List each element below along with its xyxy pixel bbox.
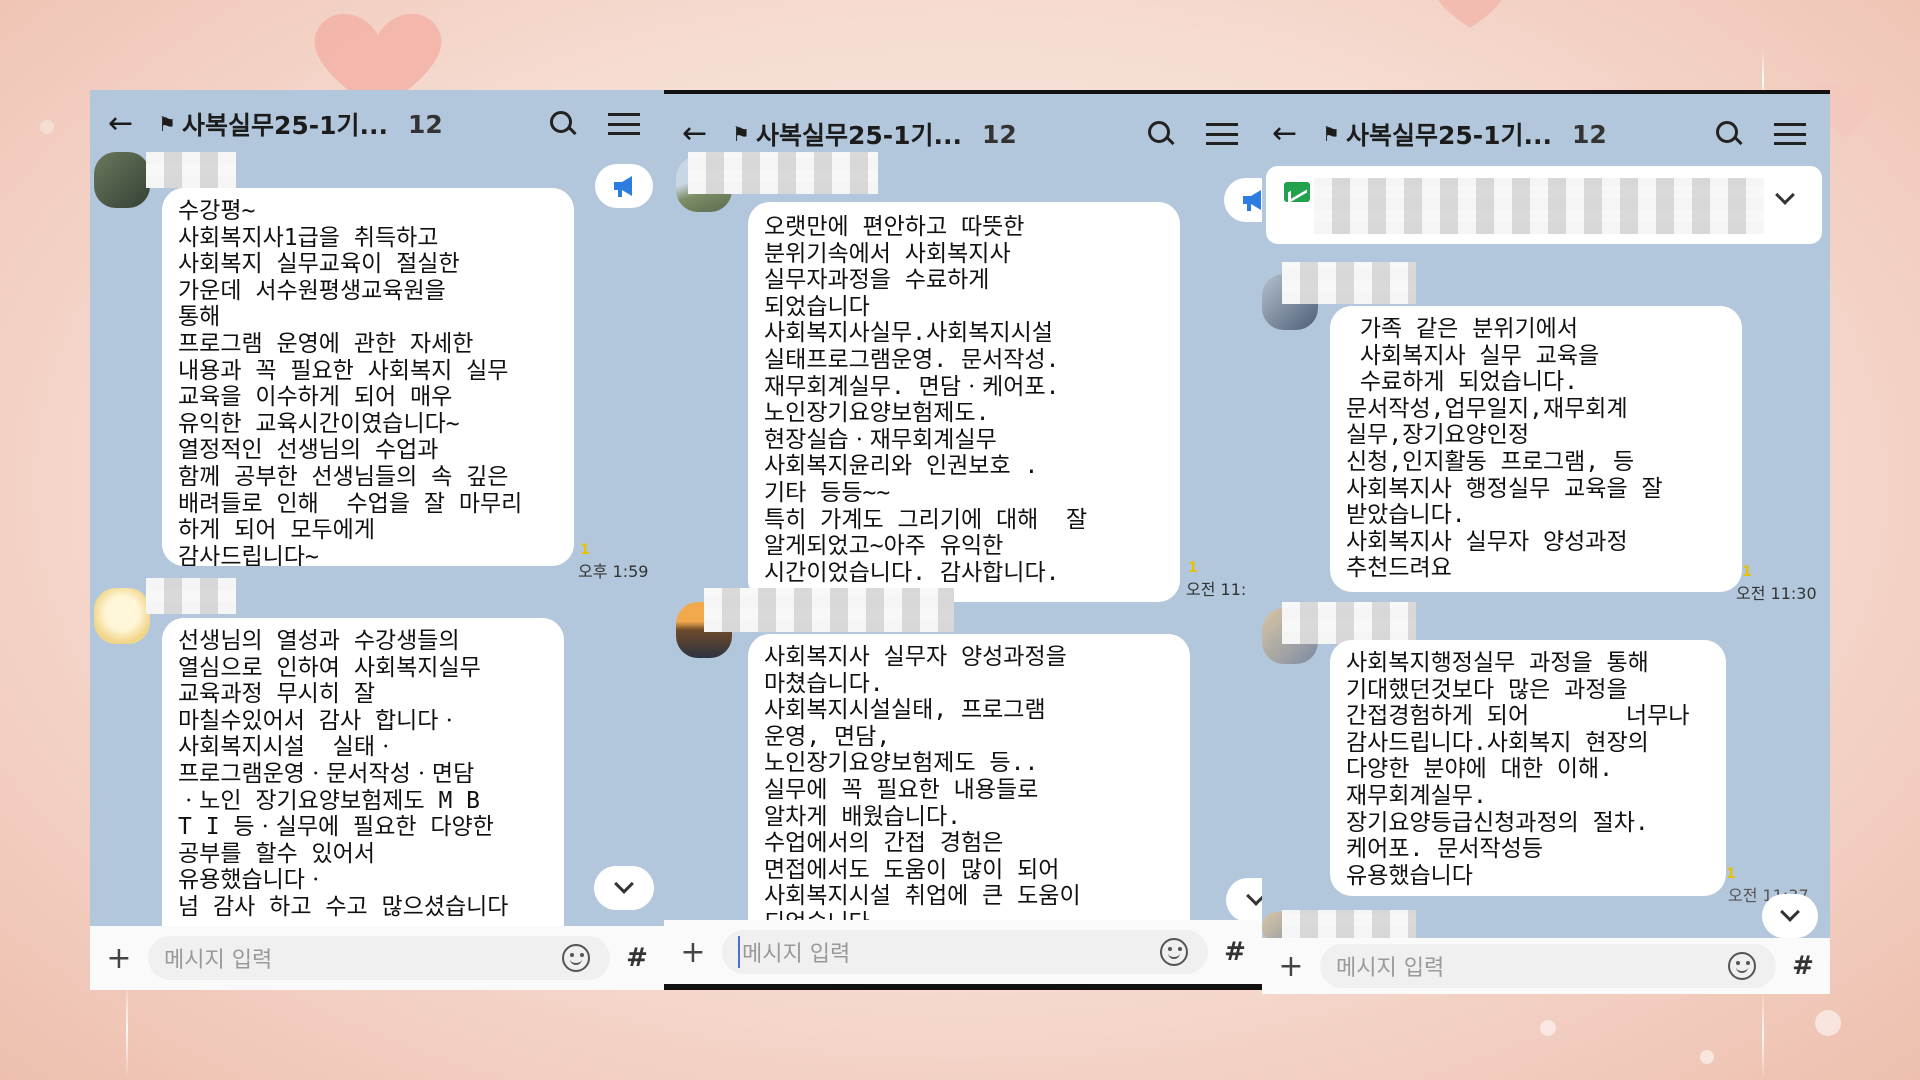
chevron-down-icon	[614, 874, 634, 894]
scroll-down-button[interactable]	[594, 866, 654, 910]
message-bubble: 사회복지행정실무 과정을 통해 기대했던것보다 많은 과정을 간접경험하게 되어…	[1330, 640, 1726, 896]
chatroom-title-text: 사복실무25-1기...	[755, 121, 962, 150]
notice-button[interactable]	[1224, 178, 1262, 222]
message-bubble: 사회복지사 실무자 양성과정을 마쳤습니다. 사회복지시설실태, 프로그램 운영…	[748, 634, 1190, 936]
message-input[interactable]: 메시지 입력	[722, 930, 1208, 974]
bokeh-light	[40, 120, 54, 134]
member-count: 12	[982, 119, 1017, 149]
plus-icon[interactable]: +	[1262, 949, 1320, 984]
notice-button[interactable]	[595, 164, 653, 208]
emoji-icon[interactable]	[1728, 952, 1756, 980]
search-icon[interactable]	[1714, 119, 1744, 149]
sender-name-blurred	[704, 588, 954, 632]
unread-count: 1	[1742, 564, 1752, 580]
flag-icon: ⚑	[158, 112, 176, 136]
chatroom-title-text: 사복실무25-1기...	[1345, 121, 1552, 150]
heart-decoration-icon	[1430, 0, 1510, 34]
hash-icon[interactable]: #	[1776, 951, 1830, 981]
bokeh-light	[1540, 1020, 1556, 1036]
chevron-down-icon	[1780, 902, 1800, 922]
message-time: 오전 11:30	[1736, 584, 1817, 603]
bokeh-light	[1815, 1010, 1841, 1036]
message-input-placeholder: 메시지 입력	[164, 948, 273, 973]
pinned-notice-bar[interactable]	[1266, 166, 1822, 244]
back-arrow-icon[interactable]: ←	[108, 109, 148, 139]
unread-count: 1	[1188, 560, 1198, 576]
avatar[interactable]	[94, 588, 150, 644]
emoji-icon[interactable]	[562, 944, 590, 972]
pinned-link-icon	[1284, 182, 1310, 202]
message-time: 오전 11:	[1186, 580, 1247, 599]
menu-icon[interactable]	[1774, 123, 1806, 145]
megaphone-icon	[1243, 190, 1261, 211]
chatroom-title: ⚑ 사복실무25-1기...	[1322, 116, 1552, 152]
message-input-bar: + 메시지 입력 #	[664, 920, 1262, 984]
chatroom-title-text: 사복실무25-1기...	[181, 111, 388, 140]
message-bubble: 가족 같은 분위기에서 사회복지사 실무 교육을 수료하게 되었습니다. 문서작…	[1330, 306, 1742, 592]
member-count: 12	[1572, 119, 1607, 149]
search-icon[interactable]	[548, 109, 578, 139]
member-count: 12	[408, 109, 443, 139]
chat-header: ← ⚑ 사복실무25-1기... 12	[1262, 100, 1830, 168]
avatar[interactable]	[94, 152, 150, 208]
chat-header: ← ⚑ 사복실무25-1기... 12	[90, 90, 664, 158]
sender-name-blurred	[1282, 910, 1416, 938]
message-input-placeholder: 메시지 입력	[738, 936, 1160, 968]
chatroom-title: ⚑ 사복실무25-1기...	[732, 116, 962, 152]
megaphone-icon	[614, 176, 632, 197]
message-input[interactable]: 메시지 입력	[148, 936, 610, 980]
unread-count: 1	[580, 542, 590, 558]
menu-icon[interactable]	[608, 113, 640, 135]
message-input-bar: + 메시지 입력 #	[1262, 938, 1830, 994]
unread-count: 1	[1726, 866, 1736, 882]
message-bubble: 선생님의 열성과 수강생들의 열심으로 인하여 사회복지실무 교육과정 무시히 …	[162, 618, 564, 926]
sender-name-blurred	[688, 152, 878, 194]
pinned-content-blurred	[1314, 178, 1764, 234]
plus-icon[interactable]: +	[90, 941, 148, 976]
flag-icon: ⚑	[1322, 122, 1340, 146]
back-arrow-icon[interactable]: ←	[1272, 119, 1312, 149]
back-arrow-icon[interactable]: ←	[682, 119, 722, 149]
chat-screenshot-1: ← ⚑ 사복실무25-1기... 12 수강평~ 사회복지사1급을 취득하고 사회…	[90, 90, 664, 990]
message-input-placeholder: 메시지 입력	[1336, 956, 1445, 981]
hash-icon[interactable]: #	[610, 943, 664, 973]
message-bubble: 오랫만에 편안하고 따뜻한 분위기속에서 사회복지사 실무자과정을 수료하게 되…	[748, 202, 1180, 602]
message-bubble: 수강평~ 사회복지사1급을 취득하고 사회복지 실무교육이 절실한 가운데 서수…	[162, 188, 574, 566]
message-time: 오후 1:59	[578, 562, 649, 581]
sender-name-blurred	[1282, 602, 1416, 644]
chat-screenshot-3: ← ⚑ 사복실무25-1기... 12 가족 같은 분위기에서 사회복지사 실무 …	[1262, 90, 1830, 994]
sender-name-blurred	[146, 578, 236, 614]
sender-name-blurred	[146, 152, 236, 188]
sender-name-blurred	[1282, 262, 1416, 304]
light-streak	[126, 980, 128, 1080]
chevron-down-icon[interactable]	[1775, 185, 1795, 205]
chat-screenshot-2: ← ⚑ 사복실무25-1기... 12 오랫만에 편안하고 따뜻한 분위기속에서 …	[664, 90, 1262, 990]
bokeh-light	[1700, 1050, 1714, 1064]
plus-icon[interactable]: +	[664, 935, 722, 970]
message-input[interactable]: 메시지 입력	[1320, 944, 1776, 988]
scroll-down-button[interactable]	[1226, 878, 1262, 922]
chatroom-title: ⚑ 사복실무25-1기...	[158, 106, 388, 142]
chevron-down-icon	[1246, 886, 1262, 906]
message-input-bar: + 메시지 입력 #	[90, 926, 664, 990]
flag-icon: ⚑	[732, 122, 750, 146]
scroll-down-button[interactable]	[1762, 894, 1818, 938]
hash-icon[interactable]: #	[1208, 937, 1262, 967]
search-icon[interactable]	[1146, 119, 1176, 149]
emoji-icon[interactable]	[1160, 938, 1188, 966]
light-streak	[1762, 990, 1764, 1080]
menu-icon[interactable]	[1206, 123, 1238, 145]
